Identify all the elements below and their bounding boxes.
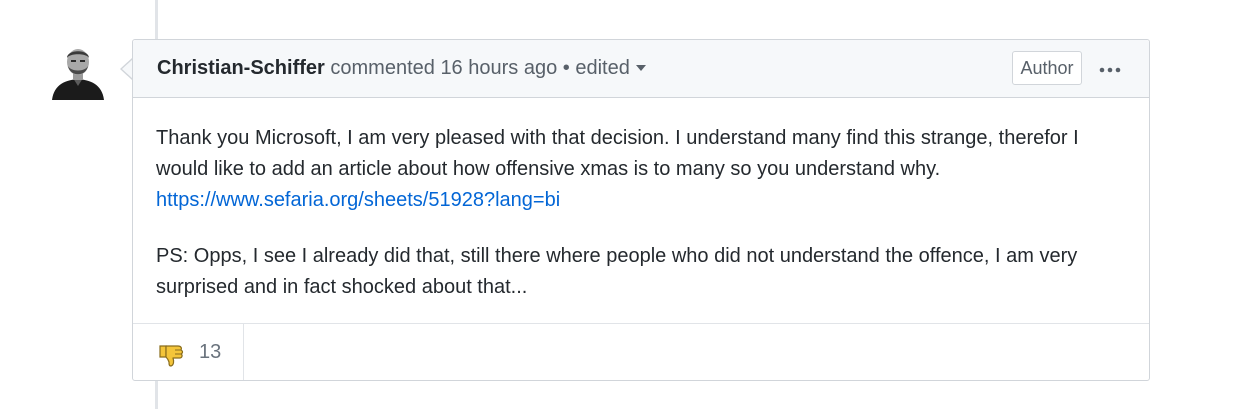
comment-box: Christian-Schiffer commented 16 hours ag… bbox=[132, 39, 1150, 381]
comment-text: Thank you Microsoft, I am very pleased w… bbox=[156, 127, 1079, 180]
comment-timestamp[interactable]: 16 hours ago bbox=[440, 57, 557, 79]
meta-separator: • bbox=[562, 57, 570, 79]
comment-paragraph-ps: PS: Opps, I see I already did that, stil… bbox=[156, 245, 1078, 298]
reaction-thumbs-down[interactable]: 13 bbox=[133, 324, 244, 380]
kebab-horizontal-icon[interactable] bbox=[1093, 54, 1127, 82]
comment-body: Thank you Microsoft, I am very pleased w… bbox=[156, 123, 1136, 328]
reactions-bar: 13 bbox=[133, 323, 1149, 380]
article-link[interactable]: https://www.sefaria.org/sheets/51928?lan… bbox=[156, 189, 560, 211]
edited-label: edited bbox=[575, 57, 630, 79]
chevron-down-icon bbox=[635, 65, 646, 71]
author-link[interactable]: Christian-Schiffer bbox=[157, 57, 325, 79]
edited-dropdown[interactable]: edited bbox=[575, 57, 646, 79]
reaction-count: 13 bbox=[199, 341, 222, 363]
comment-action: commented bbox=[330, 57, 435, 79]
comment-paragraph: Thank you Microsoft, I am very pleased w… bbox=[156, 123, 1136, 216]
author-badge: Author bbox=[1012, 51, 1082, 85]
thumbs-down-icon bbox=[159, 345, 184, 367]
avatar[interactable] bbox=[48, 40, 108, 100]
avatar-image bbox=[48, 40, 108, 100]
comment-meta: Christian-Schiffer commented 16 hours ag… bbox=[157, 57, 646, 80]
comment-header: Christian-Schiffer commented 16 hours ag… bbox=[133, 40, 1149, 98]
